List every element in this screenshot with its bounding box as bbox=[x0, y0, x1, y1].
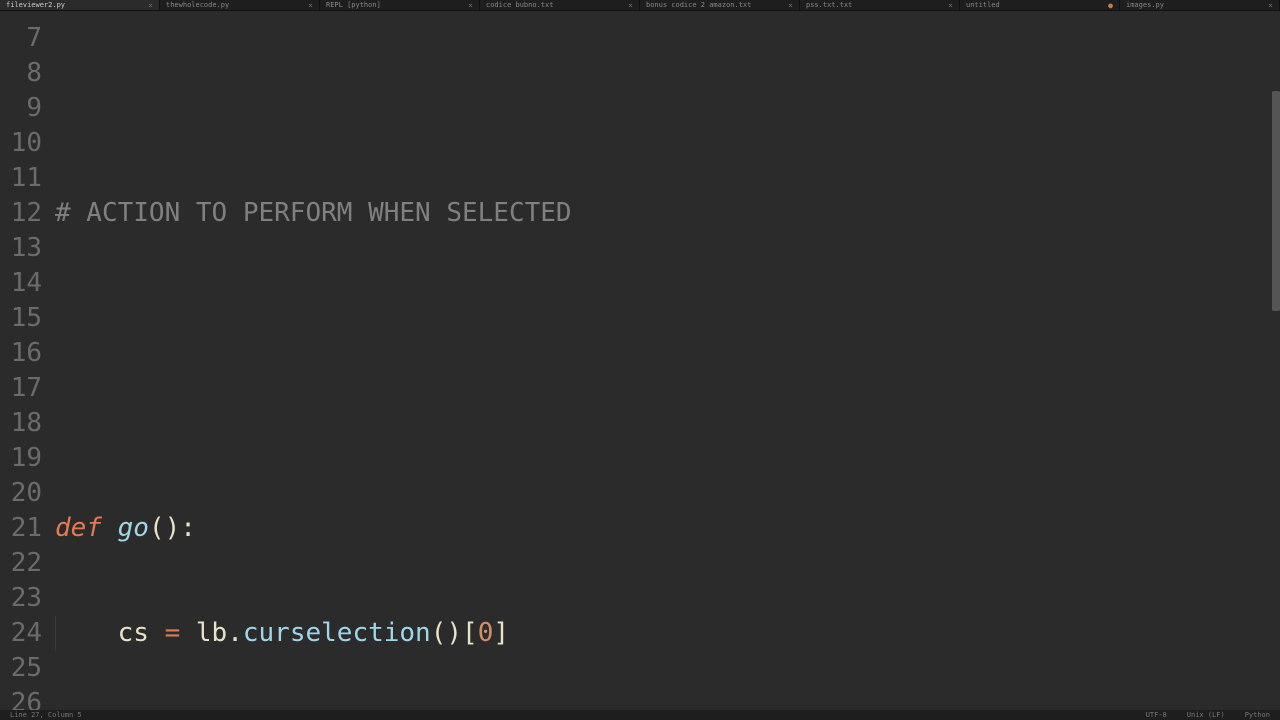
tab-bonus-codice-2-amazon-txt[interactable]: bonus codice 2 amazon.txt × bbox=[640, 0, 800, 10]
line-number[interactable]: 11 bbox=[0, 161, 50, 196]
tab-thewholecode-py[interactable]: thewholecode.py × bbox=[160, 0, 320, 10]
line-number[interactable]: 21 bbox=[0, 511, 50, 546]
status-line-endings[interactable]: Unix (LF) bbox=[1187, 711, 1225, 719]
line-number[interactable]: 20 bbox=[0, 476, 50, 511]
tab-untitled[interactable]: untitled ● bbox=[960, 0, 1120, 10]
editor-area[interactable]: 7891011121314151617181920212223242526 # … bbox=[0, 11, 1280, 711]
close-icon[interactable]: × bbox=[788, 1, 793, 10]
line-number[interactable]: 25 bbox=[0, 651, 50, 686]
line-number[interactable]: 22 bbox=[0, 546, 50, 581]
func-name: go bbox=[118, 513, 149, 543]
code-line[interactable]: cs = lb.curselection()[0] bbox=[55, 616, 1272, 651]
line-number[interactable]: 7 bbox=[0, 21, 50, 56]
line-number[interactable]: 12 bbox=[0, 196, 50, 231]
status-bar: Line 27, Column 5 UTF-8 Unix (LF) Python bbox=[0, 710, 1280, 720]
line-number[interactable]: 19 bbox=[0, 441, 50, 476]
close-icon[interactable]: × bbox=[148, 1, 153, 10]
scrollbar-thumb[interactable] bbox=[1272, 91, 1280, 311]
tab-label: images.py bbox=[1126, 1, 1164, 9]
line-number[interactable]: 23 bbox=[0, 581, 50, 616]
status-encoding[interactable]: UTF-8 bbox=[1146, 711, 1167, 719]
code-line[interactable] bbox=[55, 91, 1272, 126]
line-number[interactable]: 15 bbox=[0, 301, 50, 336]
status-language[interactable]: Python bbox=[1245, 711, 1270, 719]
line-number[interactable]: 17 bbox=[0, 371, 50, 406]
close-icon[interactable]: × bbox=[628, 1, 633, 10]
tab-bar: fileviewer2.py×thewholecode.py×REPL [pyt… bbox=[0, 0, 1280, 11]
line-number[interactable]: 14 bbox=[0, 266, 50, 301]
close-icon[interactable]: × bbox=[308, 1, 313, 10]
tab-images-py[interactable]: images.py × bbox=[1120, 0, 1280, 10]
tab-label: codice bubno.txt bbox=[486, 1, 553, 9]
vertical-scrollbar[interactable] bbox=[1272, 21, 1280, 701]
code-line[interactable]: # ACTION TO PERFORM WHEN SELECTED bbox=[55, 196, 1272, 231]
tab-label: thewholecode.py bbox=[166, 1, 229, 9]
status-position[interactable]: Line 27, Column 5 bbox=[10, 711, 82, 719]
code-view[interactable]: # ACTION TO PERFORM WHEN SELECTED def go… bbox=[55, 11, 1272, 711]
line-number[interactable]: 26 bbox=[0, 686, 50, 711]
line-number[interactable]: 10 bbox=[0, 126, 50, 161]
keyword-def: def bbox=[55, 513, 102, 543]
tab-label: untitled bbox=[966, 1, 1000, 9]
tab-label: fileviewer2.py bbox=[6, 1, 65, 9]
line-number[interactable]: 13 bbox=[0, 231, 50, 266]
tab-codice-bubno-txt[interactable]: codice bubno.txt × bbox=[480, 0, 640, 10]
close-icon[interactable]: × bbox=[468, 1, 473, 10]
line-number[interactable]: 9 bbox=[0, 91, 50, 126]
close-icon[interactable]: × bbox=[948, 1, 953, 10]
line-number[interactable]: 24 bbox=[0, 616, 50, 651]
code-line[interactable]: def go(): bbox=[55, 511, 1272, 546]
modified-indicator-icon[interactable]: ● bbox=[1108, 1, 1113, 10]
tab-label: REPL [python] bbox=[326, 1, 381, 9]
line-number[interactable]: 16 bbox=[0, 336, 50, 371]
tab-fileviewer2-py[interactable]: fileviewer2.py × bbox=[0, 0, 160, 10]
code-line[interactable] bbox=[55, 406, 1272, 441]
gutter: 7891011121314151617181920212223242526 bbox=[0, 11, 50, 711]
tab-repl-python-[interactable]: REPL [python] × bbox=[320, 0, 480, 10]
tab-label: bonus codice 2 amazon.txt bbox=[646, 1, 751, 9]
close-icon[interactable]: × bbox=[1268, 1, 1273, 10]
comment: # ACTION TO PERFORM WHEN SELECTED bbox=[55, 198, 572, 228]
line-number[interactable]: 8 bbox=[0, 56, 50, 91]
line-number[interactable]: 18 bbox=[0, 406, 50, 441]
tab-pss-txt-txt[interactable]: pss.txt.txt × bbox=[800, 0, 960, 10]
code-line[interactable] bbox=[55, 301, 1272, 336]
tab-label: pss.txt.txt bbox=[806, 1, 852, 9]
